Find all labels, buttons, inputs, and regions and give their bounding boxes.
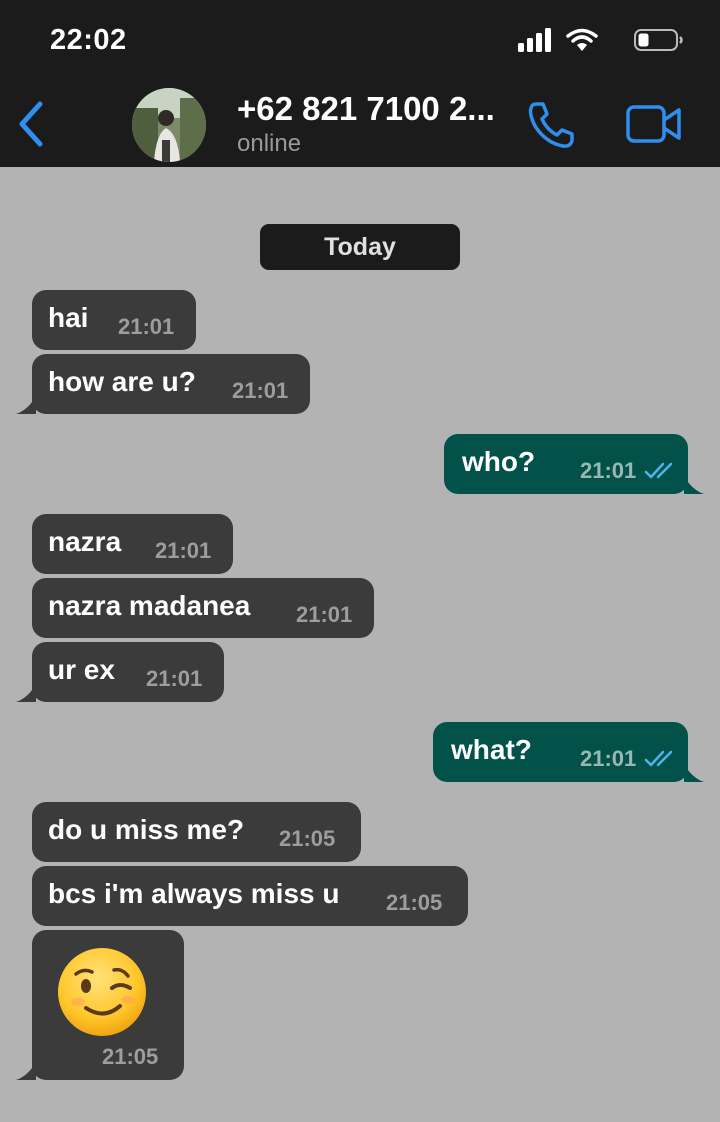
wifi-icon [566, 28, 598, 52]
date-separator: Today [260, 224, 460, 270]
message-time: 21:01 [580, 746, 637, 771]
incoming-message[interactable]: hai 21:01 [32, 290, 196, 350]
message-text: bcs i'm always miss u [48, 878, 340, 909]
incoming-message[interactable]: nazra 21:01 [32, 514, 233, 574]
incoming-emoji-message[interactable]: 21:05 [16, 930, 184, 1080]
contact-name[interactable]: +62 821 7100 2... [237, 90, 495, 128]
contact-avatar[interactable] [132, 88, 206, 162]
bubble-tail [16, 1062, 36, 1080]
winking-face-emoji [58, 948, 146, 1036]
outgoing-message[interactable]: what? 21:01 [433, 722, 704, 782]
bubble-tail [684, 764, 704, 782]
message-text: who? [462, 446, 536, 477]
message-time: 21:01 [580, 458, 637, 483]
read-receipt-icon [644, 750, 673, 767]
message-text: do u miss me? [48, 814, 245, 845]
status-time: 22:02 [50, 24, 127, 56]
back-icon[interactable] [16, 100, 48, 148]
call-icon[interactable] [526, 100, 576, 150]
video-call-icon[interactable] [626, 104, 682, 144]
message-time: 21:01 [232, 378, 289, 403]
chat-header: 22:02 +62 821 7100 2... online [0, 0, 720, 167]
message-text: nazra madanea [48, 590, 251, 621]
message-text: how are u? [48, 366, 196, 397]
signal-icon [518, 28, 552, 52]
incoming-message[interactable]: how are u? 21:01 [16, 354, 310, 414]
incoming-message[interactable]: bcs i'm always miss u 21:05 [32, 866, 468, 926]
bubble-tail [684, 476, 704, 494]
message-time: 21:01 [118, 314, 175, 339]
incoming-message[interactable]: ur ex 21:01 [16, 642, 224, 702]
chat-screen: 22:02 +62 821 7100 2... online Today hai… [0, 0, 720, 1122]
bubble-tail [16, 396, 36, 414]
message-time: 21:01 [146, 666, 203, 691]
incoming-message[interactable]: nazra madanea 21:01 [32, 578, 374, 638]
contact-status: online [237, 130, 302, 157]
message-text: what? [451, 734, 532, 765]
read-receipt-icon [644, 462, 673, 479]
message-time: 21:05 [102, 1044, 159, 1069]
incoming-message[interactable]: do u miss me? 21:05 [32, 802, 361, 862]
message-time: 21:05 [386, 890, 443, 915]
message-text: ur ex [48, 654, 115, 685]
battery-icon [634, 28, 684, 52]
outgoing-message[interactable]: who? 21:01 [444, 434, 704, 494]
message-time: 21:05 [279, 826, 336, 851]
bubble-tail [16, 684, 36, 702]
message-text: hai [48, 302, 89, 333]
message-text: nazra [48, 526, 122, 557]
message-time: 21:01 [155, 538, 212, 563]
message-time: 21:01 [296, 602, 353, 627]
